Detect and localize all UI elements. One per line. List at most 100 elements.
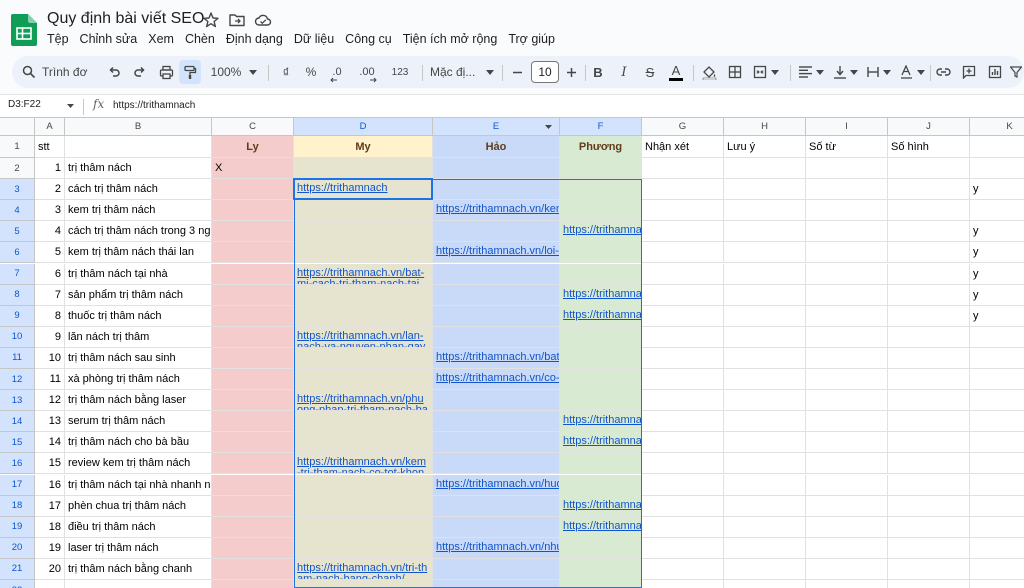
column-header-i[interactable]: I [806, 118, 888, 136]
fill-color-button[interactable] [700, 60, 718, 84]
select-all-corner[interactable] [0, 118, 35, 136]
zoom-select[interactable]: 100% [208, 60, 260, 84]
cell-i13[interactable] [806, 390, 888, 412]
row-header[interactable]: 13 [0, 390, 35, 412]
increase-font-size-button[interactable] [563, 60, 579, 84]
cell-h3[interactable] [724, 179, 806, 201]
row-header[interactable]: 19 [0, 516, 35, 538]
cell-a7[interactable]: 6 [35, 263, 65, 285]
cell-c21[interactable] [212, 558, 294, 580]
row-header[interactable]: 10 [0, 326, 35, 348]
cell-g11[interactable] [642, 347, 724, 369]
cell-b13[interactable]: trị thâm nách bằng laser [65, 390, 212, 412]
cell-k3[interactable]: y [970, 179, 1024, 201]
cell-i14[interactable] [806, 411, 888, 433]
cell-c14[interactable] [212, 411, 294, 433]
insert-comment-button[interactable] [960, 60, 978, 84]
cell-c16[interactable] [212, 453, 294, 475]
cell-h10[interactable] [724, 326, 806, 348]
cell-e18[interactable] [433, 495, 560, 517]
cell-d8[interactable] [294, 284, 433, 306]
cell-j18[interactable] [888, 495, 970, 517]
cell-j6[interactable] [888, 242, 970, 264]
cell-k6[interactable]: y [970, 242, 1024, 264]
cell-c1[interactable]: Ly [212, 136, 294, 158]
hyperlink-cell[interactable]: https://trithamnach.vn/kem-tri-tham-nach… [294, 453, 433, 475]
strikethrough-button[interactable]: S [642, 60, 658, 84]
cell-k11[interactable] [970, 348, 1024, 369]
cell-j20[interactable] [888, 537, 970, 559]
cell-k8[interactable]: y [970, 285, 1024, 306]
spreadsheet-grid[interactable]: A B C D E F G H I J K 1 stt Ly My Hảo Phương Nhận xét Lưu … [0, 118, 1024, 588]
cell-j14[interactable] [888, 411, 970, 433]
cell-b15[interactable]: trị thâm nách cho bà bầu [65, 432, 212, 454]
cell-k14[interactable] [970, 411, 1024, 433]
cell-b21[interactable]: trị thâm nách bằng chanh [65, 558, 212, 580]
cell-c18[interactable] [212, 495, 294, 517]
borders-button[interactable] [726, 60, 744, 84]
column-menu-chevron-icon[interactable] [545, 125, 552, 129]
cell-b10[interactable]: lăn nách trị thâm [65, 326, 212, 348]
cell-h13[interactable] [724, 390, 806, 412]
cell-c9[interactable] [212, 305, 294, 327]
cell-d20[interactable] [294, 537, 433, 559]
cell-f20[interactable] [560, 537, 642, 559]
cell-i16[interactable] [806, 453, 888, 475]
menu-file[interactable]: Tệp [47, 32, 69, 50]
cell-g17[interactable] [642, 474, 724, 496]
cell-k15[interactable] [970, 432, 1024, 454]
cell-j5[interactable] [888, 221, 970, 243]
cell-f16[interactable] [560, 453, 642, 475]
cell-g19[interactable] [642, 516, 724, 538]
hyperlink-cell[interactable]: https://trithamna [560, 411, 642, 433]
cell-k9[interactable]: y [970, 306, 1024, 327]
cell-i6[interactable] [806, 242, 888, 264]
column-header-e[interactable]: E [433, 118, 560, 136]
cell-a15[interactable]: 14 [35, 432, 65, 454]
hyperlink-cell[interactable]: https://trithamna [560, 305, 642, 327]
cell-f13[interactable] [560, 390, 642, 412]
cell-b6[interactable]: kem trị thâm nách thái lan [65, 242, 212, 264]
menu-tools[interactable]: Công cụ [345, 32, 392, 50]
row-header[interactable]: 11 [0, 347, 35, 369]
cell-d6[interactable] [294, 242, 433, 264]
cell-i5[interactable] [806, 221, 888, 243]
cell-i7[interactable] [806, 263, 888, 285]
cell-a10[interactable]: 9 [35, 326, 65, 348]
cell-d9[interactable] [294, 305, 433, 327]
search-menus-button[interactable]: Trình đơ [22, 60, 108, 84]
cell-g10[interactable] [642, 326, 724, 348]
row-header[interactable]: 3 [0, 179, 35, 201]
cell-g22[interactable] [642, 580, 724, 588]
cell-f12[interactable] [560, 369, 642, 391]
cell-e21[interactable] [433, 558, 560, 580]
column-header-j[interactable]: J [888, 118, 970, 136]
cell-i4[interactable] [806, 200, 888, 222]
cell-i12[interactable] [806, 369, 888, 391]
cell-a16[interactable]: 15 [35, 453, 65, 475]
row-header[interactable]: 7 [0, 263, 35, 285]
hyperlink-cell[interactable]: https://trithamnach.vn/ken [433, 200, 560, 222]
cell-f4[interactable] [560, 200, 642, 222]
cell-b17[interactable]: trị thâm nách tại nhà nhanh n [65, 474, 212, 496]
cell-j16[interactable] [888, 453, 970, 475]
text-color-button[interactable]: A [667, 60, 685, 84]
cell-j15[interactable] [888, 432, 970, 454]
cell-a6[interactable]: 5 [35, 242, 65, 264]
column-header-f[interactable]: F [560, 118, 642, 136]
cell-i17[interactable] [806, 474, 888, 496]
cell-g7[interactable] [642, 263, 724, 285]
cell-g4[interactable] [642, 200, 724, 222]
cell-g6[interactable] [642, 242, 724, 264]
cell-a3[interactable]: 2 [35, 179, 65, 201]
hyperlink-cell[interactable]: https://trithamnach.vn/loi-i [433, 242, 560, 264]
cell-c22[interactable] [212, 580, 294, 588]
cell-j13[interactable] [888, 390, 970, 412]
cell-d12[interactable] [294, 369, 433, 391]
cell-b19[interactable]: điều trị thâm nách [65, 516, 212, 538]
menu-format[interactable]: Định dạng [226, 32, 283, 50]
cell-j7[interactable] [888, 263, 970, 285]
cell-h9[interactable] [724, 305, 806, 327]
cell-e7[interactable] [433, 263, 560, 285]
hyperlink-cell[interactable]: https://trithamna [560, 221, 642, 243]
